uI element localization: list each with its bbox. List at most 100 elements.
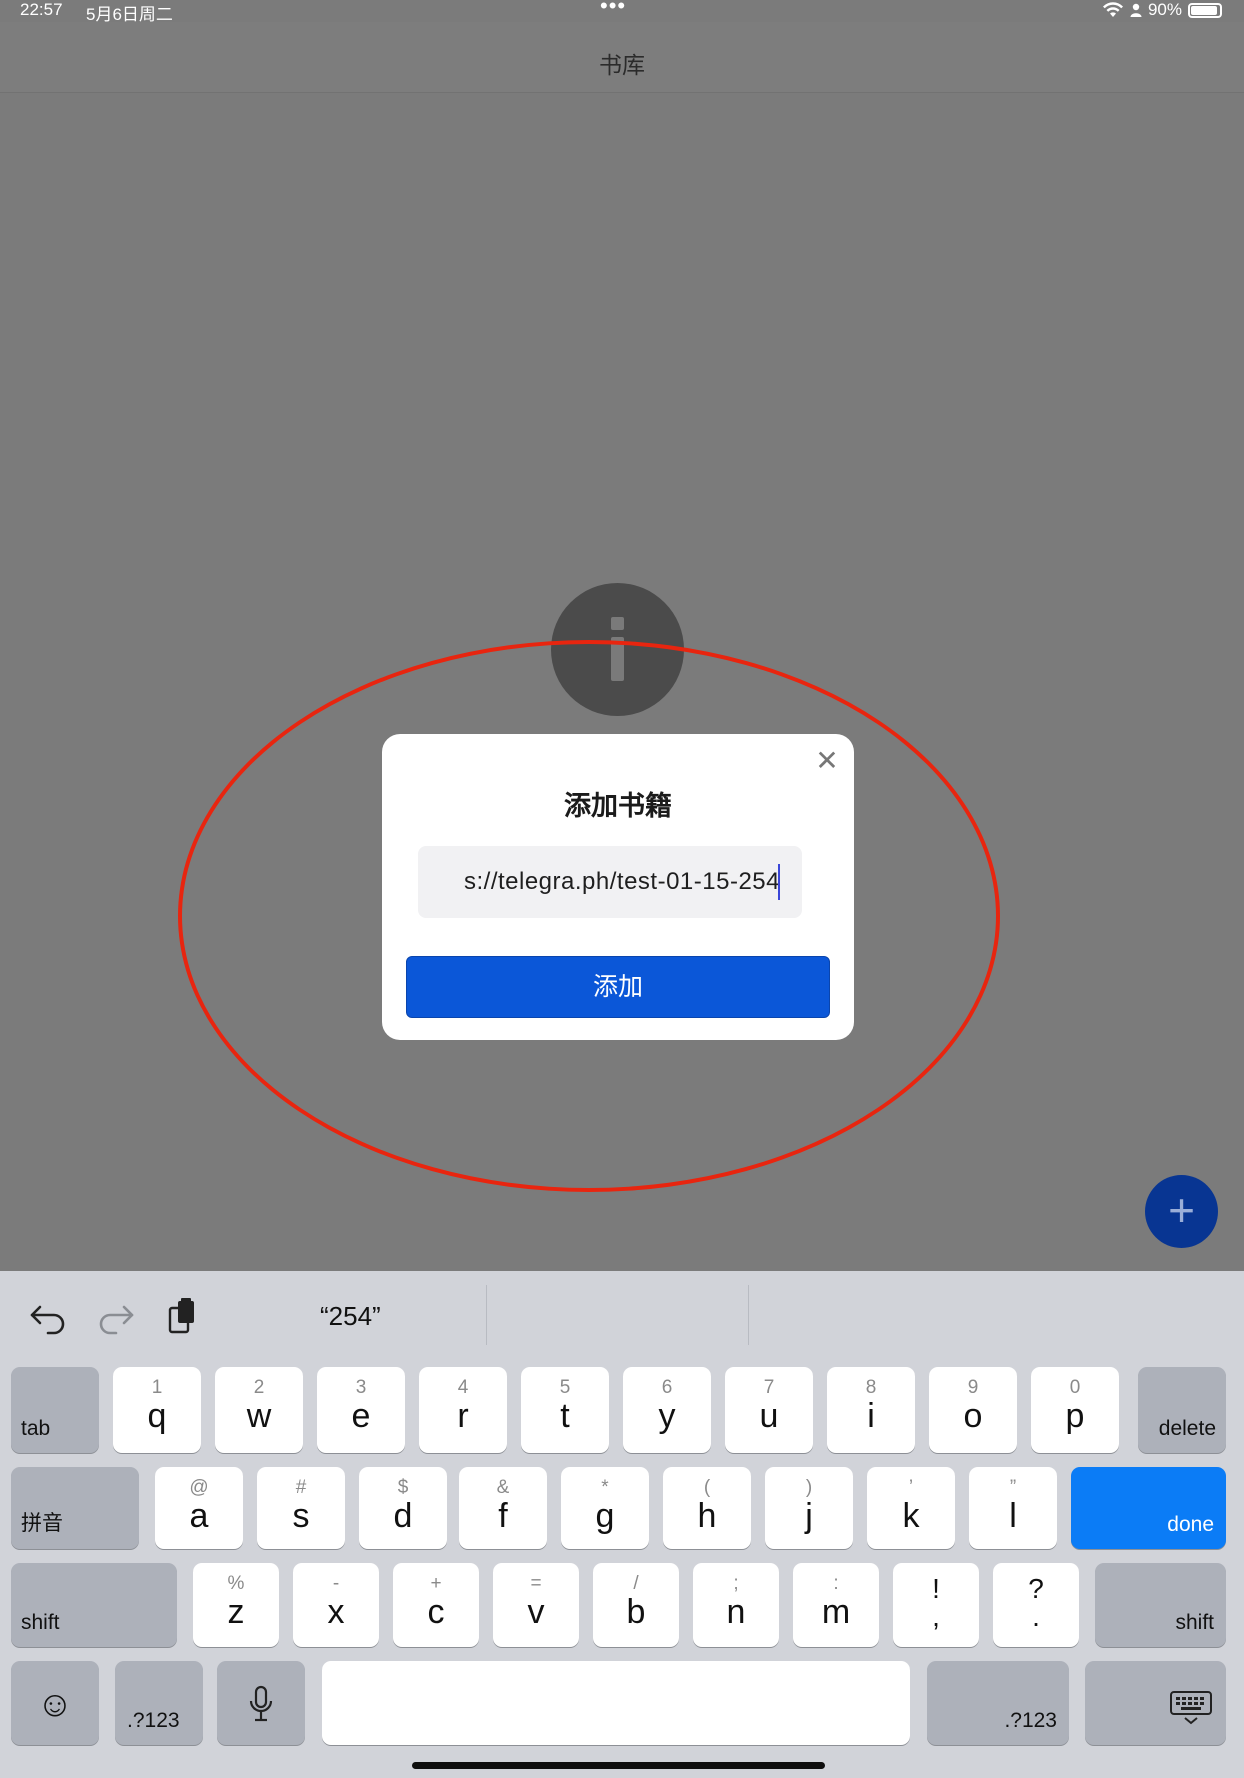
space-bar[interactable]: [322, 1661, 910, 1745]
key-d[interactable]: $ d: [359, 1467, 447, 1549]
key-label: t: [560, 1397, 570, 1435]
add-button[interactable]: 添加: [406, 956, 830, 1018]
emoji-key[interactable]: ☺: [11, 1661, 99, 1745]
key-hint: /: [633, 1573, 639, 1594]
add-book-dialog: ✕ 添加书籍 s://telegra.ph/test-01-15-254 添加: [382, 734, 854, 1040]
key-o[interactable]: 9 o: [929, 1367, 1017, 1453]
key-v[interactable]: = v: [493, 1563, 579, 1647]
numbers-key-right[interactable]: .?123: [927, 1661, 1069, 1745]
key-g[interactable]: * g: [561, 1467, 649, 1549]
microphone-key[interactable]: [217, 1661, 305, 1745]
shift-key-right[interactable]: shift: [1095, 1563, 1226, 1647]
key-hint: (: [703, 1477, 711, 1498]
key-z[interactable]: % z: [193, 1563, 279, 1647]
numbers-key-left[interactable]: .?123: [115, 1661, 203, 1745]
key-label: q: [147, 1397, 167, 1435]
key-l[interactable]: ” l: [969, 1467, 1057, 1549]
undo-icon[interactable]: [26, 1295, 70, 1339]
paste-icon[interactable]: [162, 1295, 206, 1339]
key-label: l: [1009, 1497, 1017, 1535]
key-j[interactable]: ) j: [765, 1467, 853, 1549]
key-hint: :: [833, 1573, 839, 1594]
key-label: h: [697, 1497, 717, 1535]
key-hint: 0: [1069, 1377, 1081, 1398]
key-label: p: [1065, 1397, 1085, 1435]
key-label: e: [351, 1397, 371, 1435]
nav-bar: 书库: [0, 22, 1244, 93]
key-h[interactable]: ( h: [663, 1467, 751, 1549]
key-hint: 7: [763, 1377, 775, 1398]
key-bottom-label: ,: [932, 1601, 940, 1632]
key-b[interactable]: / b: [593, 1563, 679, 1647]
redo-icon[interactable]: [94, 1295, 138, 1339]
key-hint: *: [601, 1477, 609, 1498]
key-w[interactable]: 2 w: [215, 1367, 303, 1453]
suggestion-divider: [486, 1285, 487, 1345]
wifi-icon: [1102, 2, 1123, 17]
key-label: c: [427, 1593, 445, 1631]
multitasking-dots[interactable]: •••: [600, 0, 626, 19]
key-f[interactable]: & f: [459, 1467, 547, 1549]
done-key-label: done: [1167, 1513, 1214, 1536]
done-key[interactable]: done: [1071, 1467, 1226, 1549]
key-hint: ’: [908, 1477, 914, 1498]
tab-key-label: tab: [21, 1417, 51, 1440]
key-label: d: [393, 1497, 413, 1535]
keyboard-toolbar: “254”: [0, 1271, 1244, 1365]
key-label: y: [658, 1397, 676, 1435]
key-t[interactable]: 5 t: [521, 1367, 609, 1453]
key-label: r: [457, 1397, 469, 1435]
key-k[interactable]: ’ k: [867, 1467, 955, 1549]
key-hint: @: [189, 1477, 209, 1498]
key-hint: 3: [355, 1377, 367, 1398]
tab-key[interactable]: tab: [11, 1367, 99, 1453]
key-question-period[interactable]: ? .: [993, 1563, 1079, 1647]
home-indicator[interactable]: [412, 1762, 825, 1769]
key-hint: 5: [559, 1377, 571, 1398]
key-y[interactable]: 6 y: [623, 1367, 711, 1453]
key-hint: ): [805, 1477, 813, 1498]
key-hint: &: [496, 1477, 510, 1498]
close-icon[interactable]: ✕: [814, 747, 840, 775]
pinyin-key[interactable]: 拼音: [11, 1467, 139, 1549]
key-p[interactable]: 0 p: [1031, 1367, 1119, 1453]
key-r[interactable]: 4 r: [419, 1367, 507, 1453]
key-hint: ”: [1009, 1477, 1017, 1498]
key-label: w: [246, 1397, 272, 1435]
hide-keyboard-icon: [1170, 1691, 1212, 1725]
text-cursor: [778, 864, 780, 900]
key-c[interactable]: + c: [393, 1563, 479, 1647]
numbers-key-label: .?123: [127, 1709, 180, 1732]
key-hint: 9: [967, 1377, 979, 1398]
delete-key[interactable]: delete: [1138, 1367, 1226, 1453]
add-fab-button[interactable]: +: [1145, 1175, 1218, 1248]
person-icon: [1130, 3, 1142, 17]
key-hint: ;: [733, 1573, 739, 1594]
key-m[interactable]: : m: [793, 1563, 879, 1647]
key-exclaim-comma[interactable]: ! ,: [893, 1563, 979, 1647]
suggestion-divider: [748, 1285, 749, 1345]
delete-key-label: delete: [1158, 1417, 1216, 1440]
key-a[interactable]: @ a: [155, 1467, 243, 1549]
shift-key-label: shift: [1175, 1611, 1214, 1634]
key-label: s: [292, 1497, 310, 1535]
key-hint: 1: [151, 1377, 163, 1398]
key-e[interactable]: 3 e: [317, 1367, 405, 1453]
key-label: a: [189, 1497, 209, 1535]
key-label: i: [867, 1397, 875, 1435]
key-label: x: [327, 1593, 345, 1631]
key-hint: 6: [661, 1377, 673, 1398]
hide-keyboard-key[interactable]: [1085, 1661, 1226, 1745]
key-s[interactable]: # s: [257, 1467, 345, 1549]
shift-key-left[interactable]: shift: [11, 1563, 177, 1647]
key-u[interactable]: 7 u: [725, 1367, 813, 1453]
key-label: u: [759, 1397, 779, 1435]
key-q[interactable]: 1 q: [113, 1367, 201, 1453]
url-input[interactable]: s://telegra.ph/test-01-15-254: [418, 846, 802, 918]
suggestion-1[interactable]: “254”: [320, 1301, 381, 1332]
key-n[interactable]: ; n: [693, 1563, 779, 1647]
key-x[interactable]: - x: [293, 1563, 379, 1647]
key-hint: #: [295, 1477, 307, 1498]
key-i[interactable]: 8 i: [827, 1367, 915, 1453]
key-label: n: [726, 1593, 746, 1631]
